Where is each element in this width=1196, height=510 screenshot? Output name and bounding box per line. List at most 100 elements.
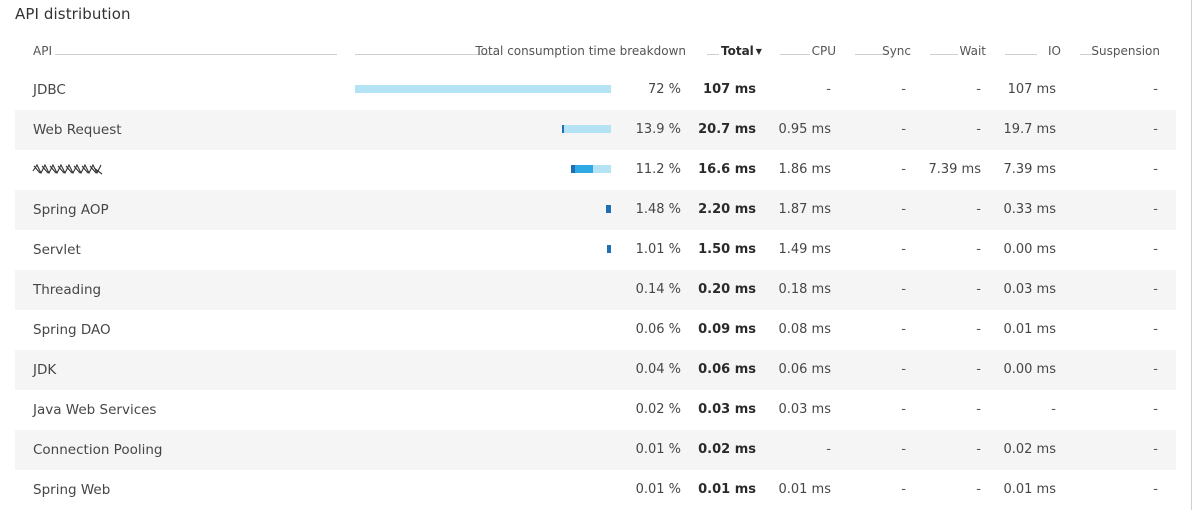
share-percent: 0.02 % (635, 402, 681, 417)
share-percent: 0.01 % (635, 442, 681, 457)
breakdown-bar (355, 165, 611, 173)
suspension-time: - (1153, 242, 1158, 257)
table-row[interactable]: Spring Web 0.01 % 0.01 ms 0.01 ms - - 0.01 ms - (15, 470, 1176, 510)
share-percent: 0.06 % (635, 322, 681, 337)
panel-title: API distribution (15, 5, 131, 23)
io-time: 0.01 ms (1003, 482, 1056, 497)
api-name: Web Request (33, 122, 122, 138)
cpu-time: 1.86 ms (778, 162, 831, 177)
wait-time: - (976, 482, 981, 497)
column-header-wait[interactable]: Wait (960, 44, 987, 58)
share-percent: 11.2 % (635, 162, 681, 177)
api-name: JDK (33, 362, 57, 378)
column-header-total[interactable]: Total ▼ (721, 44, 762, 58)
column-header-cpu[interactable]: CPU (812, 44, 836, 58)
api-name: Spring Web (33, 482, 111, 498)
breakdown-bar-cpu-segment (606, 205, 611, 213)
api-name: Spring DAO (33, 322, 111, 338)
sync-time: - (901, 322, 906, 337)
total-time: 0.06 ms (698, 362, 756, 377)
suspension-time: - (1153, 162, 1158, 177)
total-time: 0.03 ms (698, 402, 756, 417)
cpu-time: - (826, 82, 831, 97)
share-percent: 72 % (647, 82, 681, 97)
suspension-time: - (1153, 402, 1158, 417)
api-name: Connection Pooling (33, 442, 163, 458)
header-divider (55, 54, 337, 55)
panel-border (1191, 0, 1192, 510)
cpu-time: 0.06 ms (778, 362, 831, 377)
io-time: 0.02 ms (1003, 442, 1056, 457)
api-name: Servlet (33, 242, 81, 258)
share-percent: 0.04 % (635, 362, 681, 377)
wait-time: - (976, 202, 981, 217)
share-percent: 13.9 % (635, 122, 681, 137)
io-time: 0.33 ms (1003, 202, 1056, 217)
wait-time: - (976, 402, 981, 417)
table-header: API Total consumption time breakdown Tot… (15, 36, 1176, 68)
wait-time: - (976, 442, 981, 457)
table-row[interactable]: Threading 0.14 % 0.20 ms 0.18 ms - - 0.03 ms - (15, 270, 1176, 310)
suspension-time: - (1153, 322, 1158, 337)
column-header-io[interactable]: IO (1048, 44, 1061, 58)
total-time: 1.50 ms (698, 242, 756, 257)
cpu-time: 0.08 ms (778, 322, 831, 337)
share-percent: 1.48 % (635, 202, 681, 217)
table-row[interactable]: Java Web Services 0.02 % 0.03 ms 0.03 ms - - -… (15, 390, 1176, 430)
column-header-api[interactable]: API (33, 44, 52, 58)
table-row[interactable]: Web Request 13.9 % 20.7 ms 0.95 ms - - 19.7 ms… (15, 110, 1176, 150)
total-time: 0.20 ms (698, 282, 756, 297)
breakdown-bar (355, 85, 611, 93)
table-row[interactable]: Spring DAO 0.06 % 0.09 ms 0.08 ms - - 0.01 ms - (15, 310, 1176, 350)
cpu-time: - (826, 442, 831, 457)
wait-time: - (976, 362, 981, 377)
io-time: 0.01 ms (1003, 322, 1056, 337)
cpu-time: 0.01 ms (778, 482, 831, 497)
cpu-time: 0.18 ms (778, 282, 831, 297)
breakdown-bar-wait-segment (575, 165, 593, 173)
total-time: 2.20 ms (698, 202, 756, 217)
wait-time: 7.39 ms (928, 162, 981, 177)
table-row[interactable]: 11.2 % 16.6 ms 1.86 ms - 7.39 ms 7.39 ms - (15, 150, 1176, 190)
header-divider (930, 54, 958, 55)
total-time: 0.09 ms (698, 322, 756, 337)
header-divider (707, 54, 719, 55)
api-name: Spring AOP (33, 202, 109, 218)
share-percent: 0.14 % (635, 282, 681, 297)
sync-time: - (901, 162, 906, 177)
wait-time: - (976, 282, 981, 297)
header-divider (355, 54, 495, 55)
cpu-time: 0.03 ms (778, 402, 831, 417)
sync-time: - (901, 482, 906, 497)
sync-time: - (901, 82, 906, 97)
sort-desc-icon: ▼ (755, 47, 762, 56)
column-header-breakdown[interactable]: Total consumption time breakdown (475, 44, 686, 58)
breakdown-bar-io-segment (593, 165, 611, 173)
suspension-time: - (1153, 82, 1158, 97)
table-row[interactable]: Spring AOP 1.48 % 2.20 ms 1.87 ms - - 0.33 ms - (15, 190, 1176, 230)
table-row[interactable]: JDBC 72 % 107 ms - - - 107 ms - (15, 70, 1176, 110)
total-time: 0.02 ms (698, 442, 756, 457)
api-name: Threading (33, 282, 102, 298)
header-divider (780, 54, 810, 55)
table-row[interactable]: JDK 0.04 % 0.06 ms 0.06 ms - - 0.00 ms - (15, 350, 1176, 390)
breakdown-bar (355, 205, 611, 213)
column-header-total-label: Total (721, 44, 754, 58)
header-divider (855, 54, 883, 55)
io-time: - (1051, 402, 1056, 417)
column-header-sync[interactable]: Sync (882, 44, 911, 58)
total-time: 20.7 ms (698, 122, 756, 137)
table-row[interactable]: Connection Pooling 0.01 % 0.02 ms - - - 0.02 m… (15, 430, 1176, 470)
sync-time: - (901, 202, 906, 217)
cpu-time: 1.49 ms (778, 242, 831, 257)
wait-time: - (976, 242, 981, 257)
io-time: 7.39 ms (1003, 162, 1056, 177)
column-header-suspension[interactable]: Suspension (1091, 44, 1160, 58)
header-divider (1005, 54, 1037, 55)
table-row[interactable]: Servlet 1.01 % 1.50 ms 1.49 ms - - 0.00 ms - (15, 230, 1176, 270)
suspension-time: - (1153, 122, 1158, 137)
total-time: 0.01 ms (698, 482, 756, 497)
api-name: Java Web Services (33, 402, 157, 418)
io-time: 19.7 ms (1003, 122, 1056, 137)
breakdown-bar-io-segment (564, 125, 611, 133)
